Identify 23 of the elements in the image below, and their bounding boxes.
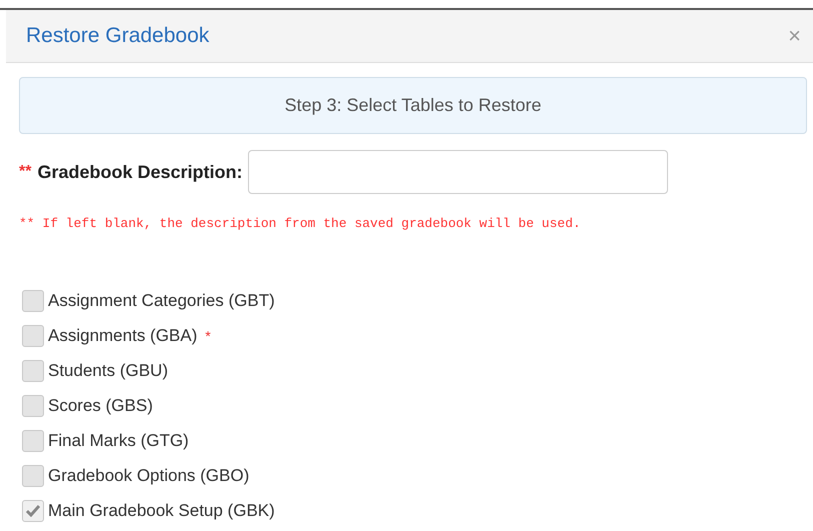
step-banner: Step 3: Select Tables to Restore xyxy=(19,77,807,134)
table-label: Final Marks (GTG) xyxy=(48,430,189,450)
checkbox[interactable] xyxy=(22,430,44,452)
checkbox[interactable] xyxy=(22,394,44,416)
close-button[interactable]: × xyxy=(784,23,805,49)
checkbox[interactable] xyxy=(22,290,44,312)
note-text: ** If left blank, the description from the saved gradebook will be used. xyxy=(19,216,582,231)
checkbox[interactable] xyxy=(22,464,44,486)
table-label: Students (GBU) xyxy=(48,360,168,380)
table-label: Gradebook Options (GBO) xyxy=(48,466,250,486)
checkbox[interactable] xyxy=(22,324,44,346)
table-label: Scores (GBS) xyxy=(48,396,153,416)
checkbox[interactable] xyxy=(22,500,44,522)
required-mark: ** xyxy=(19,163,32,181)
dialog-title: Restore Gradebook xyxy=(26,24,210,48)
table-label: Assignments (GBA) xyxy=(48,326,198,346)
field-label: Gradebook Description: xyxy=(37,162,242,182)
check-icon xyxy=(26,504,40,516)
description-field[interactable] xyxy=(248,150,668,194)
table-label: Assignment Categories (GBT) xyxy=(48,290,275,310)
table-label: Main Gradebook Setup (GBK) xyxy=(48,500,275,520)
required-mark: * xyxy=(205,328,211,344)
checkbox[interactable] xyxy=(22,360,44,382)
